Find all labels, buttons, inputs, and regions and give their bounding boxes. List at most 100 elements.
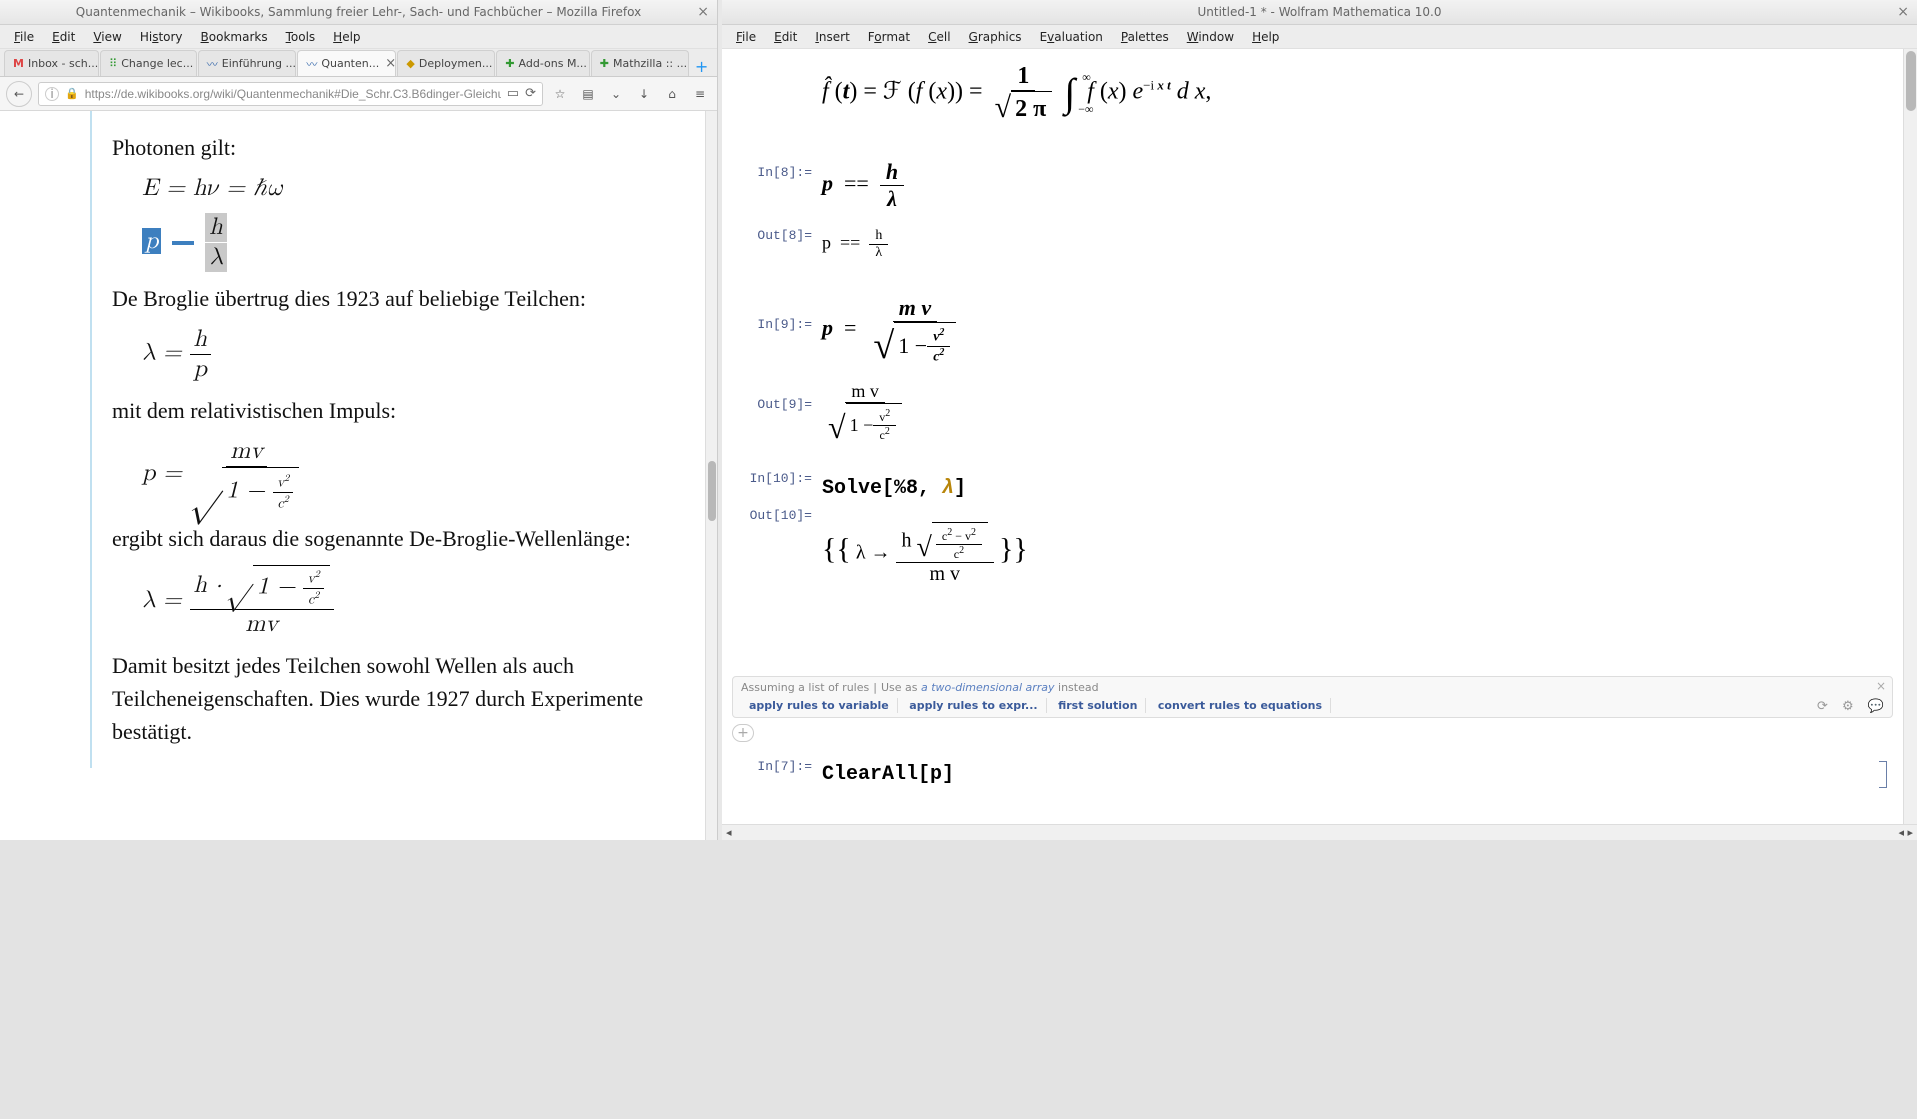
- wolfram-icon: ◆: [406, 57, 414, 71]
- reload-icon[interactable]: ⟳: [525, 86, 536, 101]
- url-input[interactable]: [85, 87, 501, 101]
- cell-in7[interactable]: In[7]:= ClearAll[p]: [722, 755, 1893, 794]
- firefox-titlebar: Quantenmechanik – Wikibooks, Sammlung fr…: [0, 0, 717, 25]
- paragraph: Damit besitzt jedes Teilchen sowohl Well…: [112, 649, 697, 748]
- menu-help[interactable]: Help: [325, 28, 368, 46]
- pocket-icon[interactable]: ⌄: [605, 83, 627, 105]
- menu-file[interactable]: File: [6, 28, 42, 46]
- menu-format[interactable]: Format: [860, 28, 918, 46]
- tab-einfuehrung[interactable]: 〰Einführung ...: [198, 50, 297, 76]
- new-cell-plus-icon[interactable]: +: [732, 724, 754, 742]
- input-code[interactable]: Solve[%8, λ]: [822, 477, 1887, 500]
- scroll-left-icon[interactable]: ◂: [726, 826, 732, 839]
- menu-palettes[interactable]: Palettes: [1113, 28, 1177, 46]
- sugg-convert-equations[interactable]: convert rules to equations: [1150, 698, 1331, 713]
- close-icon[interactable]: ×: [1897, 4, 1909, 20]
- menu-cell[interactable]: Cell: [920, 28, 958, 46]
- equation-de-broglie: λ = h · √1 − v2c2 mv: [142, 565, 697, 638]
- tab-inbox[interactable]: MInbox - sch...: [4, 50, 99, 76]
- tab-change-lec[interactable]: ⠿Change lec...: [100, 50, 197, 76]
- paragraph: Photonen gilt:: [112, 131, 697, 164]
- mma-menubar: File Edit Insert Format Cell Graphics Ev…: [722, 25, 1917, 49]
- article-body: Photonen gilt: E = hν = ℏω p hλ De Brogl…: [90, 111, 717, 768]
- menu-edit[interactable]: Edit: [766, 28, 805, 46]
- input-expr[interactable]: p == hλ: [822, 159, 1887, 212]
- menu-file[interactable]: File: [728, 28, 764, 46]
- input-code[interactable]: ClearAll[p]: [822, 763, 1863, 786]
- in-label: In[7]:=: [722, 759, 812, 774]
- tab-quanten[interactable]: 〰Quanten...×: [297, 50, 396, 76]
- info-icon[interactable]: i: [45, 87, 59, 101]
- mma-titlebar: Untitled-1 * - Wolfram Mathematica 10.0 …: [722, 0, 1917, 25]
- star-icon[interactable]: ☆: [549, 83, 571, 105]
- close-mini-icon[interactable]: ×: [1876, 679, 1886, 693]
- menu-history[interactable]: History: [132, 28, 191, 46]
- cell-fourier-output[interactable]: f̂ (t) = ℱ (f (x)) = 1√2 π ∫∞−∞ f (x) e−…: [722, 49, 1917, 131]
- sugg-first-solution[interactable]: first solution: [1050, 698, 1146, 713]
- page-content[interactable]: Photonen gilt: E = hν = ℏω p hλ De Brogl…: [0, 111, 717, 840]
- menu-evaluation[interactable]: Evaluation: [1032, 28, 1111, 46]
- paragraph: mit dem relativistischen Impuls:: [112, 394, 697, 427]
- cell-out8[interactable]: Out[8]= p == hλ: [722, 220, 1917, 269]
- menu-view[interactable]: View: [85, 28, 129, 46]
- sugg-apply-expr[interactable]: apply rules to expr...: [901, 698, 1046, 713]
- mail-icon: M: [13, 57, 24, 71]
- tab-mathzilla[interactable]: ✚Mathzilla :: ...: [591, 50, 689, 76]
- equation-energy: E = hν = ℏω: [142, 174, 697, 203]
- tab-addons[interactable]: ✚Add-ons M...: [496, 50, 589, 76]
- paragraph: ergibt sich daraus die sogenannte De-Bro…: [112, 522, 697, 555]
- equation-rel-momentum: p = mv √1 − v2c2: [142, 437, 697, 512]
- back-button[interactable]: ←: [6, 81, 32, 107]
- scroll-right-icon[interactable]: ◂ ▸: [1898, 826, 1913, 839]
- menu-graphics[interactable]: Graphics: [961, 28, 1030, 46]
- output-expr: m v √1 − v2c2: [822, 381, 1887, 443]
- menu-edit[interactable]: Edit: [44, 28, 83, 46]
- scroll-thumb[interactable]: [1906, 51, 1916, 111]
- chat-icon[interactable]: 💬: [1868, 699, 1884, 714]
- output-expr: p == hλ: [822, 228, 1887, 261]
- addon-icon: ✚: [600, 57, 609, 71]
- cell-out9[interactable]: Out[9]= m v √1 − v2c2: [722, 373, 1917, 451]
- downloads-icon[interactable]: ↓: [633, 83, 655, 105]
- new-tab-button[interactable]: +: [690, 57, 713, 76]
- addon-icon: ✚: [505, 57, 514, 71]
- equation-p-h-lambda-selected[interactable]: p hλ: [142, 213, 697, 272]
- wikibooks-icon: 〰: [306, 57, 317, 71]
- cell-in8[interactable]: In[8]:= p == hλ: [722, 151, 1917, 220]
- in-label: In[9]:=: [722, 317, 812, 332]
- menu-window[interactable]: Window: [1179, 28, 1242, 46]
- tab-bar: MInbox - sch... ⠿Change lec... 〰Einführu…: [0, 49, 717, 77]
- menu-insert[interactable]: Insert: [807, 28, 857, 46]
- menu-help[interactable]: Help: [1244, 28, 1287, 46]
- suggestion-bar: × Assuming a list of rules|Use as a two-…: [732, 676, 1893, 718]
- tab-deployment[interactable]: ◆Deploymen...: [397, 50, 495, 76]
- firefox-window: Quantenmechanik – Wikibooks, Sammlung fr…: [0, 0, 718, 840]
- scroll-thumb[interactable]: [708, 461, 716, 521]
- scrollbar[interactable]: [705, 111, 717, 840]
- notebook[interactable]: f̂ (t) = ℱ (f (x)) = 1√2 π ∫∞−∞ f (x) e−…: [722, 49, 1917, 824]
- menu-tools[interactable]: Tools: [278, 28, 324, 46]
- home-icon[interactable]: ⌂: [661, 83, 683, 105]
- gear-icon[interactable]: ⚙: [1842, 699, 1854, 714]
- lock-icon: 🔒: [65, 87, 79, 100]
- output-expr: {{ λ → h √c2 − v2c2 m v }}: [822, 522, 1887, 586]
- equation-lambda-h-p: λ = hp: [142, 325, 697, 384]
- cell-in10[interactable]: In[10]:= Solve[%8, λ]: [722, 469, 1917, 508]
- hamburger-icon[interactable]: ≡: [689, 83, 711, 105]
- menu-bookmarks[interactable]: Bookmarks: [193, 28, 276, 46]
- close-icon[interactable]: ×: [697, 4, 709, 20]
- cell-in9[interactable]: In[9]:= p = m v √1 − v2c2: [722, 287, 1917, 373]
- suggestion-options: apply rules to variable apply rules to e…: [741, 698, 1884, 713]
- input-expr[interactable]: p = m v √1 − v2c2: [822, 295, 1887, 365]
- url-bar[interactable]: i 🔒 ▭ ⟳: [38, 82, 543, 106]
- reader-icon[interactable]: ▭: [507, 86, 519, 101]
- cell-bracket[interactable]: [1879, 761, 1887, 788]
- sugg-apply-var[interactable]: apply rules to variable: [741, 698, 898, 713]
- tab-close-icon[interactable]: ×: [385, 56, 396, 71]
- refresh-icon[interactable]: ⟳: [1817, 699, 1828, 714]
- out-label: Out[10]=: [722, 508, 812, 523]
- scrollbar[interactable]: [1903, 49, 1917, 824]
- out-label: Out[9]=: [722, 397, 812, 412]
- library-icon[interactable]: ▤: [577, 83, 599, 105]
- cell-out10[interactable]: Out[10]= {{ λ → h √c2 − v2c2 m v }}: [722, 508, 1917, 594]
